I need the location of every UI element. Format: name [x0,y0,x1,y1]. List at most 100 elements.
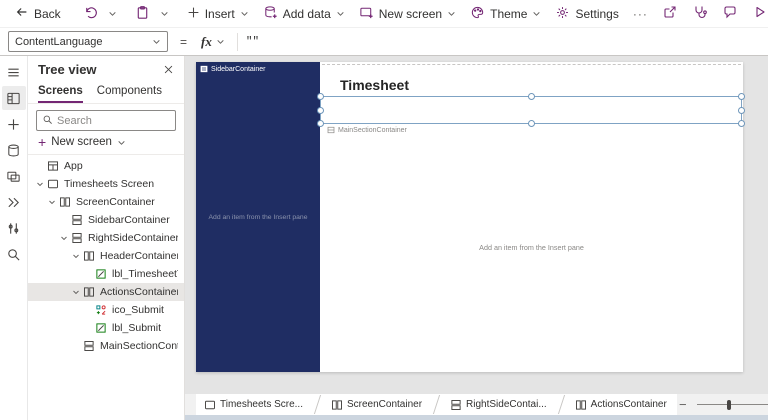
app-checker-button[interactable] [685,2,715,26]
property-selector[interactable]: ContentLanguage [8,31,168,52]
chevron-down-icon[interactable] [69,252,82,260]
divider [28,154,184,155]
settings-label: Settings [575,6,619,21]
comments-button[interactable] [715,2,745,26]
search-input[interactable] [57,114,167,127]
tree-list: App Timesheets Screen ScreenContainer Sideb… [28,157,184,420]
rail-insert-icon[interactable] [2,112,26,136]
close-icon[interactable] [163,64,174,75]
tree-item-ico_Submit[interactable]: ico_Submit [28,301,184,319]
resize-handle-bottom-center[interactable] [528,120,535,127]
search-box [36,110,176,131]
tree-item-lbl_Submit[interactable]: lbl_Submit [28,319,184,337]
tree-item-ActionsContainer[interactable]: ActionsContainer ··· [28,283,184,301]
tree-item-HeaderContainer[interactable]: HeaderContainer [28,247,184,265]
undo-button[interactable] [76,2,105,26]
left-rail [0,56,28,420]
rail-advanced-tools-icon[interactable] [2,216,26,240]
chevron-down-icon[interactable] [69,288,82,296]
breadcrumb-label: RightSideContai... [466,399,547,410]
container-dashed-border [322,64,741,65]
tree-item-RightSideContainer[interactable]: RightSideContainer [28,229,184,247]
preview-app-button[interactable] [745,2,768,26]
tree-item-ScreenContainer[interactable]: ScreenContainer [28,193,184,211]
resize-handle-bottom-left[interactable] [317,120,324,127]
chevron-down-icon[interactable] [33,180,46,188]
tree-item-label: RightSideContainer [88,232,178,244]
plus-icon: + [38,134,47,150]
chevron-down-icon[interactable] [45,198,58,206]
insert-label: Insert [204,6,235,21]
sidebar-container[interactable]: SidebarContainer Add an item from the In… [196,62,320,372]
add-data-icon [263,5,278,23]
vcontainer-icon [450,399,462,411]
hcontainer-icon [575,399,587,411]
tree-item-label: MainSectionContainer [100,340,178,352]
share-button[interactable] [655,2,685,26]
more-icon: ··· [632,6,648,21]
theme-icon [470,5,485,23]
theme-label: Theme [490,6,528,21]
screen-icon [204,399,216,411]
fx-dropdown[interactable]: fx [197,34,229,50]
theme-button[interactable]: Theme [463,2,548,26]
status-bar: Timesheets Scre... ScreenContainer RightSi… [185,394,768,415]
actions-container-selection[interactable] [317,93,745,127]
paste-button[interactable] [128,2,157,26]
resize-handle-top-center[interactable] [528,93,535,100]
zoom-out-button[interactable]: − [677,397,689,412]
fx-icon: fx [201,33,212,49]
rail-power-automate-icon[interactable] [2,190,26,214]
zoom-slider-thumb[interactable] [726,399,731,410]
rail-search-icon[interactable] [2,242,26,266]
back-button[interactable]: Back [8,2,68,26]
resize-handle-top-right[interactable] [738,93,745,100]
screen-icon [46,178,60,190]
tree-item-lbl_TimesheetTitle[interactable]: lbl_TimesheetTitle [28,265,184,283]
resize-handle-top-left[interactable] [317,93,324,100]
breadcrumb-separator [556,394,567,415]
tree-item-MainSectionContainer[interactable]: MainSectionContainer [28,337,184,355]
resize-handle-bottom-right[interactable] [738,120,745,127]
tab-screens[interactable]: Screens [38,83,83,103]
add-data-button[interactable]: Add data [256,2,352,26]
equals-symbol: = [180,34,188,49]
breadcrumb-item-RightSideContai[interactable]: RightSideContai... [442,394,557,415]
app-canvas[interactable]: SidebarContainer Add an item from the In… [196,62,745,372]
plus-icon [187,6,200,22]
more-options-icon[interactable]: ··· [162,284,176,296]
settings-button[interactable]: Settings [548,2,625,26]
chevron-down-icon [217,40,224,44]
rail-media-icon[interactable] [2,164,26,188]
insert-button[interactable]: Insert [180,2,256,26]
breadcrumb-item-ScreenContainer[interactable]: ScreenContainer [323,394,433,415]
rail-data-icon[interactable] [2,138,26,162]
rail-tree-view-icon[interactable] [1,86,26,110]
formula-input[interactable]: "" [246,36,760,48]
main-area: Tree view Screens Components + New screen… [0,56,768,420]
back-label: Back [34,6,61,21]
tree-item-Timesheets Screen[interactable]: Timesheets Screen [28,175,184,193]
tree-item-App[interactable]: App [28,157,184,175]
app-icon [46,160,60,172]
tree-item-SidebarContainer[interactable]: SidebarContainer [28,211,184,229]
resize-handle-mid-left[interactable] [317,107,324,114]
container-icon [327,126,335,134]
chevron-down-icon[interactable] [57,234,70,242]
paste-dropdown[interactable] [157,2,172,26]
top-toolbar: Back Insert Add data New screen Theme Se… [0,0,768,28]
new-screen-tree-button[interactable]: + New screen [28,131,184,153]
zoom-slider[interactable] [696,398,768,412]
tab-components[interactable]: Components [97,83,162,103]
undo-dropdown[interactable] [105,2,120,26]
breadcrumb-item-Timesheets Scre[interactable]: Timesheets Scre... [196,394,313,415]
breadcrumb-item-ActionsContainer[interactable]: ActionsContainer [566,394,677,415]
resize-handle-mid-right[interactable] [738,107,745,114]
breadcrumb-label: Timesheets Scre... [220,399,303,410]
rail-menu-icon[interactable] [2,60,26,84]
new-screen-button[interactable]: New screen [352,2,463,26]
sidebar-container-label: SidebarContainer [211,65,266,73]
timesheet-title-label[interactable]: Timesheet [340,77,409,93]
toolbar-more-button[interactable]: ··· [626,2,655,26]
canvas-scrollbar[interactable] [185,415,768,420]
